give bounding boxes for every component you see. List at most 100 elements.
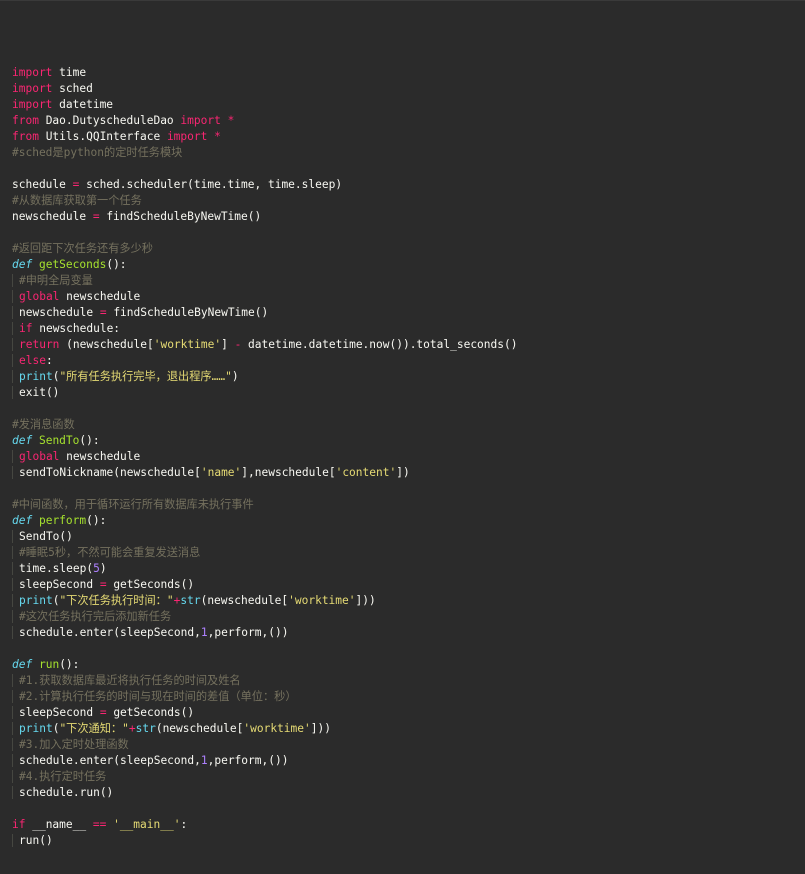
code-token: getSeconds [38, 258, 107, 271]
code-token: * [207, 130, 221, 143]
code-token: __name__ [25, 818, 93, 831]
code-token: findScheduleByNewTime() [106, 306, 269, 319]
indent-guide: time.sleep(5) [12, 562, 107, 575]
code-token: (newschedule[ [59, 338, 154, 351]
code-token: return [19, 338, 60, 351]
code-token: newschedule [19, 306, 100, 319]
code-line: else: [12, 353, 517, 369]
code-token: SendTo() [19, 530, 73, 543]
code-token: = [99, 578, 107, 591]
code-token: ],newschedule[ [241, 466, 336, 479]
code-token: = [92, 210, 100, 223]
code-token: datetime [52, 98, 114, 111]
code-token: (newschedule[ [155, 722, 244, 735]
code-token: sleepSecond [19, 578, 100, 591]
code-line: #2.计算执行任务的时间与现在时间的差值（单位：秒） [12, 689, 517, 705]
code-line: global newschedule [12, 289, 517, 305]
indent-guide: global newschedule [12, 290, 141, 303]
code-line: #中间函数，用于循环运行所有数据库未执行事件 [12, 497, 517, 513]
code-token: from [12, 130, 39, 143]
code-line: schedule = sched.scheduler(time.time, ti… [12, 177, 517, 193]
code-line: sleepSecond = getSeconds() [12, 577, 517, 593]
code-token: newschedule [12, 210, 93, 223]
code-line: def getSeconds(): [12, 257, 517, 273]
indent-guide: else: [12, 354, 53, 367]
code-token: import [12, 82, 53, 95]
code-token: findScheduleByNewTime() [99, 210, 262, 223]
indent-guide: exit() [12, 386, 60, 399]
code-line: exit() [12, 385, 517, 401]
indent-guide: schedule.enter(sleepSecond,1,perform,()) [12, 626, 289, 639]
code-token: = [99, 706, 107, 719]
code-token: (): [59, 658, 80, 671]
code-token: def [12, 658, 33, 671]
code-line: SendTo() [12, 529, 517, 545]
code-token: schedule [12, 178, 73, 191]
code-token: sched.scheduler(time.time, time.sleep) [79, 178, 343, 191]
code-line: schedule.enter(sleepSecond,1,perform,()) [12, 753, 517, 769]
code-token: 'name' [200, 466, 242, 479]
indent-guide: #4.执行定时任务 [12, 770, 107, 783]
code-token: perform [38, 514, 87, 527]
code-token: #申明全局变量 [19, 274, 93, 287]
code-token: 1 [200, 754, 208, 767]
code-token: run [38, 658, 60, 671]
code-token: #这次任务执行完后添加新任务 [19, 610, 172, 623]
indent-guide: #1.获取数据库最近将执行任务的时间及姓名 [12, 674, 241, 687]
indent-guide: #申明全局变量 [12, 274, 93, 287]
code-editor[interactable]: import time import sched import datetime fr… [0, 0, 805, 874]
code-line: return (newschedule['worktime'] - dateti… [12, 337, 518, 353]
code-token: if [19, 322, 33, 335]
code-token: import [166, 130, 208, 143]
code-token: + [128, 722, 136, 735]
indent-guide: if newschedule: [12, 322, 121, 335]
indent-guide: #睡眠5秒，不然可能会重复发送消息 [12, 546, 201, 559]
code-token: def [12, 434, 33, 447]
indent-guide: return (newschedule['worktime'] - dateti… [12, 338, 518, 351]
code-line: from Dao.DutyscheduleDao import * [12, 113, 517, 129]
code-content[interactable]: import time import sched import datetime fr… [12, 65, 518, 849]
code-token: ,perform,()) [207, 754, 289, 767]
code-token: 'worktime' [288, 594, 356, 607]
indent-guide: sendToNickname(newschedule['name'],newsc… [12, 466, 410, 479]
code-token: ,perform,()) [207, 626, 289, 639]
code-line: import sched [12, 81, 517, 97]
code-token: import [12, 66, 53, 79]
code-line: if __name__ == '__main__': [12, 817, 517, 833]
code-line: #发消息函数 [12, 417, 517, 433]
code-token: schedule.enter(sleepSecond, [19, 754, 201, 767]
code-line: print("下次任务执行时间："+str(newschedule['workt… [12, 593, 517, 609]
code-line: schedule.run() [12, 785, 517, 801]
code-token: #返回距下次任务还有多少秒 [12, 242, 153, 255]
indent-guide: #2.计算执行任务的时间与现在时间的差值（单位：秒） [12, 690, 297, 703]
code-token: 'worktime' [243, 722, 311, 735]
code-line: #从数据库获取第一个任务 [12, 193, 517, 209]
code-token: def [12, 514, 33, 527]
code-token: "下次任务执行时间：" [59, 594, 174, 607]
indent-guide: print("下次任务执行时间："+str(newschedule['workt… [12, 594, 376, 607]
code-token: str [135, 722, 156, 735]
code-token: #4.执行定时任务 [19, 770, 107, 783]
code-token: import [12, 98, 53, 111]
code-line: #返回距下次任务还有多少秒 [12, 241, 517, 257]
code-line: sleepSecond = getSeconds() [12, 705, 517, 721]
code-line: import time [12, 65, 517, 81]
code-token: (): [86, 514, 107, 527]
code-token: ) [231, 370, 239, 383]
code-token: #sched是python的定时任务模块 [12, 146, 183, 159]
code-token: : [45, 354, 53, 367]
code-token: #3.加入定时处理函数 [19, 738, 129, 751]
code-token: import [180, 114, 221, 127]
code-token: print [19, 370, 53, 383]
code-token: ])) [355, 594, 376, 607]
code-token: == [92, 818, 107, 831]
code-token: if [12, 818, 26, 831]
code-token: (): [106, 258, 127, 271]
